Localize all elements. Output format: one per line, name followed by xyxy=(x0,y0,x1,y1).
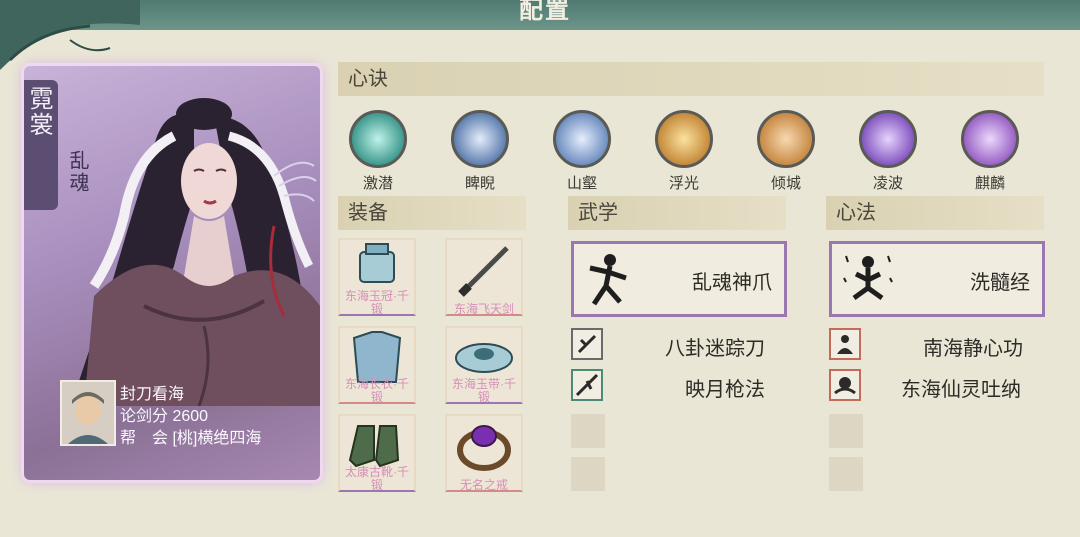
spear-icon xyxy=(571,369,603,401)
xinjue-label: 睥睨 xyxy=(464,175,495,192)
xinjue-label: 激潜 xyxy=(362,175,393,192)
equipment-slot-sword[interactable]: 东海飞天剑 xyxy=(445,238,523,316)
wuxue-header: 武学 xyxy=(568,196,786,230)
xinjue-item[interactable]: 睥睨 xyxy=(445,110,515,193)
wuxue-empty-slot[interactable] xyxy=(571,414,605,448)
equipment-slot-belt[interactable]: 东海玉带·千锻 xyxy=(445,326,523,404)
xinjue-label: 倾城 xyxy=(770,175,801,192)
equipment-slot-robe[interactable]: 东海长衣·千锻 xyxy=(338,326,416,404)
fighter-icon xyxy=(589,254,627,306)
xinfa-sub-label: 南海静心功 xyxy=(923,338,1023,360)
xinjue-item[interactable]: 凌波 xyxy=(853,110,923,193)
xinfa-sub-item[interactable]: 东海仙灵吐纳 xyxy=(829,369,1039,405)
equipment-name: 东海长衣·千锻 xyxy=(345,377,409,404)
equipment-name: 东海玉冠·千锻 xyxy=(345,289,409,316)
xinfa-sub-label: 东海仙灵吐纳 xyxy=(901,379,1021,401)
figure-icon xyxy=(757,110,815,168)
wuxue-main-slot[interactable]: 乱魂神爪 xyxy=(571,241,787,317)
avatar[interactable] xyxy=(60,380,116,446)
monk-icon xyxy=(829,328,861,360)
xinjue-label: 麒麟 xyxy=(974,175,1005,192)
dragon-icon xyxy=(451,110,509,168)
xinfa-sub-item[interactable]: 南海静心功 xyxy=(829,328,1039,364)
xinfa-empty-slot[interactable] xyxy=(829,457,863,491)
score-row: 论剑分 2600 xyxy=(120,402,208,426)
xinfa-main-label: 洗髓经 xyxy=(970,272,1030,294)
xinjue-label: 山壑 xyxy=(566,175,597,192)
guild-row: 帮 会 [桃]横绝四海 xyxy=(120,424,261,448)
score-label: 论剑分 xyxy=(120,408,169,425)
xinfa-header: 心法 xyxy=(826,196,1044,230)
equipment-name: 东海玉带·千锻 xyxy=(452,377,516,404)
mountain-icon xyxy=(553,110,611,168)
guild-value: [桃]横绝四海 xyxy=(172,430,262,447)
xinfa-empty-slot[interactable] xyxy=(829,414,863,448)
equipment-slot-crown[interactable]: 东海玉冠·千锻 xyxy=(338,238,416,316)
lotus-icon xyxy=(829,369,861,401)
player-info: 封刀看海 论剑分 2600 帮 会 [桃]横绝四海 xyxy=(60,380,310,450)
equipment-name: 无名之戒 xyxy=(459,478,508,492)
wuxue-sub-label: 八卦迷踪刀 xyxy=(665,338,765,360)
equipment-slot-ring[interactable]: 无名之戒 xyxy=(445,414,523,492)
character-card[interactable]: 霓裳 乱魂 封刀看海 论剑分 2600 帮 会 [桃]横绝四海 xyxy=(24,66,320,480)
saber-icon xyxy=(571,328,603,360)
guild-label: 帮 会 xyxy=(120,430,169,447)
player-avatar-icon xyxy=(62,382,114,444)
score-value: 2600 xyxy=(172,408,209,425)
qilin-icon xyxy=(961,110,1019,168)
xinjue-header: 心诀 xyxy=(338,62,1044,96)
top-banner: 配置 xyxy=(0,0,1080,70)
sun-icon xyxy=(655,110,713,168)
wuxue-sub-item[interactable]: 映月枪法 xyxy=(571,369,781,405)
wuxue-empty-slot[interactable] xyxy=(571,457,605,491)
xinjue-item[interactable]: 倾城 xyxy=(751,110,821,193)
character-portrait xyxy=(74,98,320,406)
equipment-header: 装备 xyxy=(338,196,526,230)
sword-icon xyxy=(458,246,509,297)
xinjue-item[interactable]: 浮光 xyxy=(649,110,719,193)
equipment-name: 太康古靴·千锻 xyxy=(345,465,409,492)
xinfa-main-slot[interactable]: 洗髓经 xyxy=(829,241,1045,317)
xinjue-label: 浮光 xyxy=(668,175,699,192)
page-title: 配置 xyxy=(519,0,571,24)
xinjue-item[interactable]: 激潜 xyxy=(343,110,413,193)
equipment-name: 东海飞天剑 xyxy=(453,302,514,316)
character-name: 霓裳 xyxy=(25,86,52,138)
xinjue-item[interactable]: 山壑 xyxy=(547,110,617,193)
xinjue-label: 凌波 xyxy=(872,175,903,192)
xinjue-item[interactable]: 麒麟 xyxy=(955,110,1025,193)
wave-icon xyxy=(859,110,917,168)
character-title: 乱魂 xyxy=(66,150,88,194)
ring-icon xyxy=(457,425,511,471)
wuxue-sub-label: 映月枪法 xyxy=(685,379,765,401)
equipment-slot-boots[interactable]: 太康古靴·千锻 xyxy=(338,414,416,492)
wuxue-sub-item[interactable]: 八卦迷踪刀 xyxy=(571,328,781,364)
meditation-icon xyxy=(843,255,893,301)
wuxue-main-label: 乱魂神爪 xyxy=(692,272,772,294)
swirl-icon xyxy=(349,110,407,168)
player-name: 封刀看海 xyxy=(120,386,185,403)
